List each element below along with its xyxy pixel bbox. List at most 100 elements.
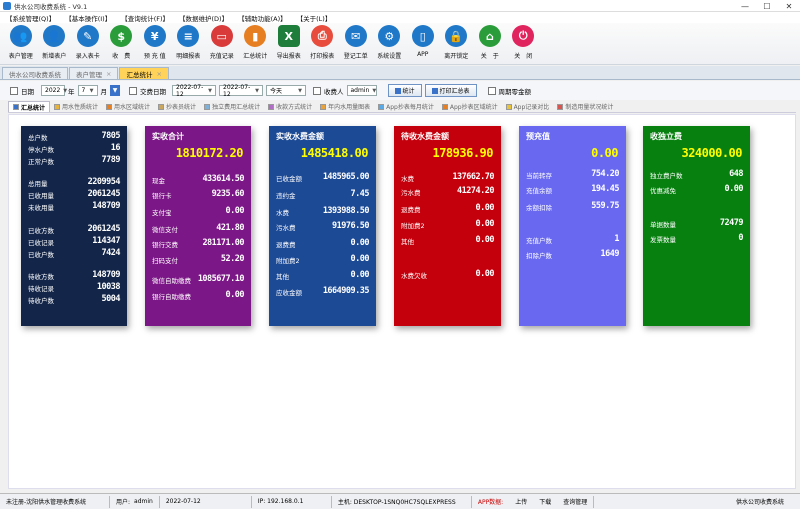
toolbar-button-5[interactable]: ≡ 明细报表 bbox=[172, 23, 206, 64]
chevron-down-icon: ▼ bbox=[63, 87, 68, 94]
tab-icon bbox=[106, 103, 113, 110]
tab-close-icon[interactable]: × bbox=[156, 70, 161, 78]
menu-system[interactable]: 【系统管理(Q)】 bbox=[6, 13, 55, 23]
menu-about[interactable]: 【关于(L)】 bbox=[297, 13, 332, 23]
tab-label: 表户管理 bbox=[76, 70, 102, 79]
stat-tab-7[interactable]: App抄表每月统计 bbox=[374, 101, 438, 112]
toolbar-label: 关 闭 bbox=[514, 53, 533, 60]
row-value: 5004 bbox=[101, 294, 121, 304]
tab-summary[interactable]: 汇总统计 × bbox=[119, 67, 169, 79]
row-value: 72479 bbox=[719, 218, 744, 228]
menu-data-maint[interactable]: 【数据维护(D)】 bbox=[179, 13, 228, 23]
row-value: 0.00 bbox=[350, 270, 370, 280]
upload-button[interactable]: 上传 bbox=[509, 496, 533, 508]
row-value: 1 bbox=[614, 234, 619, 244]
tab-close-icon[interactable]: × bbox=[106, 70, 111, 78]
toolbar-button-3[interactable]: $ 收 费 bbox=[105, 23, 139, 64]
row-value: 421.80 bbox=[216, 223, 244, 233]
stat-tab-5[interactable]: 收款方式统计 bbox=[264, 101, 316, 112]
card-row: 污水费 91976.50 bbox=[276, 221, 369, 232]
card-row: 微信自助缴费 1085677.10 bbox=[152, 274, 245, 285]
row-label: 发票数量 bbox=[650, 236, 676, 244]
toolbar-button-14[interactable]: ⌂ 关 于 bbox=[473, 23, 507, 64]
row-label: 水费欠收 bbox=[401, 272, 427, 280]
toolbar-button-9[interactable]: ⎙ 打印报表 bbox=[306, 23, 340, 64]
app-name-status: 供水公司收费系统 bbox=[735, 499, 784, 506]
card-icon: ▭ bbox=[210, 25, 233, 47]
tab-label: 供水公司收费系统 bbox=[9, 70, 61, 79]
stat-tab-label: App抄表区域统计 bbox=[449, 104, 498, 111]
close-button[interactable]: ✕ bbox=[778, 0, 800, 12]
card-row: 充值余额 194.45 bbox=[526, 184, 619, 195]
row-label: 其他 bbox=[401, 238, 414, 246]
stat-tab-label: 用水区域统计 bbox=[114, 104, 151, 111]
year-value: 2022 bbox=[45, 87, 61, 94]
received-total-card: 实收合计 1810172.20 现金 433614.50 银行卡 9235.60 支付宝 0.… bbox=[145, 126, 251, 326]
print-icon bbox=[431, 87, 438, 94]
stat-button-label: 统计 bbox=[402, 88, 415, 95]
toolbar-button-1[interactable]: 👤 新增表户 bbox=[38, 23, 72, 64]
stat-tab-6[interactable]: 年内水用量图表 bbox=[316, 101, 374, 112]
toolbar-button-15[interactable]: ⏻ 关 闭 bbox=[507, 23, 541, 64]
download-button[interactable]: 下载 bbox=[533, 496, 557, 508]
stat-button[interactable]: 统计 bbox=[387, 84, 422, 97]
collector-select[interactable]: admin ▼ bbox=[346, 85, 377, 96]
menu-aux[interactable]: 【辅助功能(A)】 bbox=[238, 13, 287, 23]
chart-icon: ▮ bbox=[244, 25, 267, 47]
zero-amount-checkbox[interactable] bbox=[487, 86, 496, 95]
stat-tab-1[interactable]: 用水性质统计 bbox=[50, 101, 102, 112]
toolbar-button-2[interactable]: ✎ 录入表卡 bbox=[71, 23, 105, 64]
tab-home[interactable]: 供水公司收费系统 bbox=[2, 67, 68, 79]
card-title: 待收水费金额 bbox=[401, 132, 449, 141]
toolbar-button-13[interactable]: 🔒 离开锁定 bbox=[440, 23, 474, 64]
tab-icon bbox=[268, 103, 275, 110]
chevron-down-icon: ▼ bbox=[255, 87, 259, 94]
stat-tab-4[interactable]: 独立费用汇总统计 bbox=[200, 101, 264, 112]
toolbar-button-6[interactable]: ▭ 充值记录 bbox=[205, 23, 239, 64]
stat-tab-0[interactable]: 汇总统计 bbox=[8, 101, 51, 112]
tab-customer-mgmt[interactable]: 表户管理 × bbox=[69, 67, 119, 79]
toolbar-button-0[interactable]: 👥 表户管理 bbox=[4, 23, 38, 64]
toolbar-button-10[interactable]: ✉ 登记工单 bbox=[339, 23, 373, 64]
stat-tab-label: 收款方式统计 bbox=[276, 104, 313, 111]
row-value: 194.45 bbox=[591, 184, 619, 194]
year-select[interactable]: 2022 ▼ bbox=[41, 85, 68, 96]
toolbar-button-11[interactable]: ⚙ 系统设置 bbox=[373, 23, 407, 64]
toolbar-label: 收 费 bbox=[112, 53, 131, 60]
card-row: 待收记录 10038 bbox=[28, 282, 121, 293]
menu-basic-ops[interactable]: 【基本操作(I)】 bbox=[65, 13, 111, 23]
chevron-down-icon: ▼ bbox=[372, 87, 377, 94]
date-to-picker[interactable]: 2022-07-12 ▼ bbox=[219, 84, 263, 98]
period-select[interactable]: 今天 ▼ bbox=[266, 85, 306, 96]
toolbar-button-4[interactable]: ¥ 预 充 值 bbox=[138, 23, 172, 64]
stat-tab-3[interactable]: 抄表员统计 bbox=[154, 101, 200, 112]
collector-checkbox[interactable] bbox=[313, 86, 321, 95]
query-mgmt-button[interactable]: 查询管理 bbox=[557, 495, 595, 508]
toolbar-button-8[interactable]: X 导出报表 bbox=[272, 23, 306, 64]
year-unit: 年 bbox=[68, 87, 75, 96]
card-row: 独立费户数 648 bbox=[650, 169, 743, 180]
month-select[interactable]: 7 ▼ bbox=[77, 85, 98, 96]
toolbar-label: 预 充 值 bbox=[143, 53, 166, 60]
row-label: 水费 bbox=[276, 209, 289, 217]
stat-tab-2[interactable]: 用水区域统计 bbox=[102, 101, 154, 112]
toolbar-button-12[interactable]: ▯ APP bbox=[406, 23, 440, 64]
pay-date-checkbox[interactable] bbox=[129, 86, 137, 95]
stat-tab-9[interactable]: App记录对比 bbox=[502, 101, 554, 112]
print-summary-button[interactable]: 打印汇总表 bbox=[424, 84, 477, 97]
stat-tab-8[interactable]: App抄表区域统计 bbox=[438, 101, 502, 112]
stat-tab-10[interactable]: 制造用量状况统计 bbox=[553, 101, 617, 112]
menu-query-stats[interactable]: 【查询统计(F)】 bbox=[121, 13, 169, 23]
water-fee-received-card: 实收水费金额 1485418.00 已收金额 1485965.00 违约金 7.45 水费 1… bbox=[269, 126, 376, 326]
dropdown-button[interactable]: ▼ bbox=[110, 85, 120, 96]
stat-icon bbox=[394, 87, 401, 94]
card-row: 停水户数 16 bbox=[28, 143, 121, 154]
date-checkbox[interactable] bbox=[10, 86, 18, 95]
toolbar-button-7[interactable]: ▮ 汇总统计 bbox=[239, 23, 273, 64]
maximize-button[interactable]: ☐ bbox=[756, 0, 778, 12]
card-row: 现金 433614.50 bbox=[152, 174, 244, 185]
stat-tab-label: 年内水用量图表 bbox=[328, 104, 371, 111]
date-from-picker[interactable]: 2022-07-12 ▼ bbox=[172, 84, 216, 98]
row-value: 281171.00 bbox=[202, 238, 244, 248]
minimize-button[interactable]: — bbox=[734, 0, 756, 12]
